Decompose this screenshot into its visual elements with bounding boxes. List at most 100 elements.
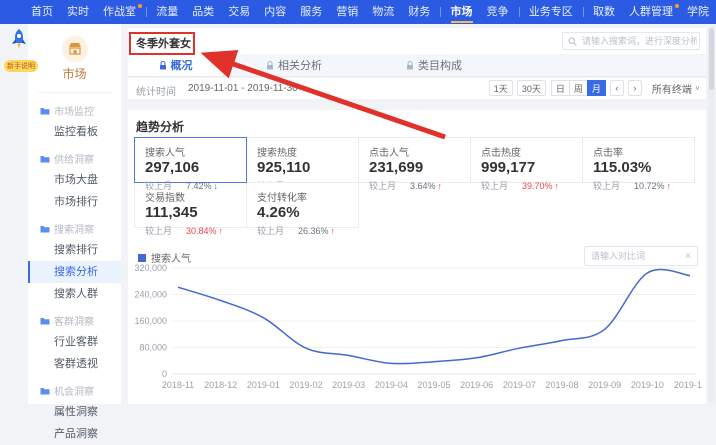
nav-item-13[interactable]: 业务专区	[522, 0, 580, 24]
metric-card-3[interactable]: 点击热度999,177较上月39.70%↑	[470, 137, 583, 183]
sidebar-item[interactable]: 搜索人群	[28, 283, 121, 305]
tab-label: 相关分析	[278, 57, 322, 73]
nav-item-6[interactable]: 内容	[257, 0, 293, 24]
y-axis-tick: 240,000	[134, 290, 167, 300]
tab-0[interactable]: 概况	[128, 54, 224, 76]
lock-icon	[159, 61, 167, 70]
series-line	[178, 269, 690, 363]
x-axis-tick: 2019-09	[588, 380, 621, 390]
sidebar-item[interactable]: 搜索排行	[28, 239, 121, 261]
metric-compare: 较上月26.36%↑	[257, 224, 358, 237]
y-axis-tick: 80,000	[139, 343, 167, 353]
x-axis-tick: 2019-02	[289, 380, 322, 390]
compare-word-input[interactable]	[585, 250, 685, 262]
nav-item-11[interactable]: 市场	[444, 0, 480, 24]
nav-item-label: 首页	[31, 6, 53, 18]
metric-value: 999,177	[481, 160, 582, 176]
y-axis-tick: 320,000	[134, 263, 167, 273]
compare-label: 较上月	[145, 179, 172, 192]
nav-item-4[interactable]: 品类	[185, 0, 221, 24]
trend-analysis-panel: 趋势分析 搜索人气297,106较上月7.42%↓搜索热度925,110较上月2…	[128, 110, 706, 404]
tab-2[interactable]: 类目构成	[364, 54, 504, 76]
sidebar-item[interactable]: 市场大盘	[28, 169, 121, 191]
sidebar-item[interactable]: 搜索分析	[28, 261, 121, 283]
scrollbar-thumb[interactable]	[709, 28, 714, 90]
rocket-icon	[9, 28, 29, 50]
nav-item-3[interactable]: 流量	[149, 0, 185, 24]
sidebar-group-header-1[interactable]: 供给洞察	[28, 143, 121, 169]
metric-name: 点击率	[593, 144, 694, 159]
change-percent: 3.64%	[410, 181, 436, 191]
sidebar-item[interactable]: 客群透视	[28, 353, 121, 375]
nav-item-12[interactable]: 竞争	[480, 0, 516, 24]
sidebar-module-header: 市场	[28, 24, 121, 82]
change-percent: 10.72%	[634, 181, 665, 191]
nav-item-label: 交易	[228, 6, 250, 18]
module-label: 市场	[28, 65, 121, 82]
nav-item-8[interactable]: 营销	[329, 0, 365, 24]
metric-compare: 较上月30.84%↑	[145, 224, 246, 237]
date-controls: 1天 30天 日周月 ‹ › 所有终端 ∨	[485, 80, 700, 96]
metric-card-1[interactable]: 搜索热度925,110较上月26.17%↑	[246, 137, 359, 183]
sidebar-divider	[38, 92, 111, 93]
folder-icon	[40, 107, 50, 115]
range-1day-button[interactable]: 1天	[489, 80, 513, 96]
nav-item-0[interactable]: 首页	[24, 0, 60, 24]
arrow-up-icon: ↑	[555, 181, 560, 191]
sidebar-item[interactable]: 监控看板	[28, 121, 121, 143]
notification-dot	[138, 4, 142, 8]
tab-label: 概况	[171, 57, 193, 73]
time-range-value[interactable]: 2019-11-01 - 2019-11-30	[188, 83, 298, 94]
nav-item-label: 学院	[687, 6, 709, 18]
sidebar-group-header-4[interactable]: 机会洞察	[28, 375, 121, 401]
metric-value: 115.03%	[593, 160, 694, 176]
folder-icon	[40, 155, 50, 163]
x-axis-tick: 2019-10	[631, 380, 664, 390]
metric-card-4[interactable]: 点击率115.03%较上月10.72%↑	[582, 137, 695, 183]
terminal-dropdown[interactable]: 所有终端 ∨	[652, 81, 700, 96]
metric-card-2[interactable]: 点击人气231,699较上月3.64%↑	[358, 137, 471, 183]
nav-item-7[interactable]: 服务	[293, 0, 329, 24]
scrollbar[interactable]	[708, 26, 715, 402]
tab-1[interactable]: 相关分析	[224, 54, 364, 76]
sidebar-group-label: 客群洞察	[54, 313, 94, 328]
sidebar-group-header-2[interactable]: 搜索洞察	[28, 213, 121, 239]
close-icon[interactable]: ×	[685, 251, 697, 262]
sidebar-item[interactable]: 产品洞察	[28, 423, 121, 445]
metric-card-0[interactable]: 搜索人气297,106较上月7.42%↓	[134, 137, 247, 183]
nav-item-16[interactable]: 学院	[680, 0, 716, 24]
granularity-button-1[interactable]: 周	[569, 80, 588, 96]
nav-item-5[interactable]: 交易	[221, 0, 257, 24]
sidebar-group-header-3[interactable]: 客群洞察	[28, 305, 121, 331]
chevron-down-icon: ∨	[695, 84, 700, 92]
helper-widget[interactable]: 新手说明	[4, 28, 34, 73]
metric-card-6[interactable]: 支付转化率4.26%较上月26.36%↑	[246, 182, 359, 228]
granularity-button-0[interactable]: 日	[551, 80, 570, 96]
sidebar-item[interactable]: 属性洞察	[28, 401, 121, 423]
search-input[interactable]	[580, 35, 699, 47]
change-percent: 7.42%	[186, 181, 212, 191]
legend-swatch	[138, 254, 146, 262]
nav-item-2[interactable]: 作战室	[96, 0, 143, 24]
nav-item-15[interactable]: 人群管理	[622, 0, 680, 24]
helper-badge[interactable]: 新手说明	[4, 60, 38, 72]
sidebar-item[interactable]: 市场排行	[28, 191, 121, 213]
granularity-button-2[interactable]: 月	[587, 80, 606, 96]
folder-icon	[40, 317, 50, 325]
metric-name: 支付转化率	[257, 189, 358, 204]
nav-item-10[interactable]: 财务	[401, 0, 437, 24]
sidebar: 市场 市场监控监控看板供给洞察市场大盘市场排行搜索洞察搜索排行搜索分析搜索人群客…	[28, 24, 121, 404]
nav-item-1[interactable]: 实时	[60, 0, 96, 24]
sidebar-group-header-0[interactable]: 市场监控	[28, 95, 121, 121]
metric-name: 搜索人气	[145, 144, 246, 159]
next-period-button[interactable]: ›	[628, 80, 642, 96]
nav-item-14[interactable]: 取数	[586, 0, 622, 24]
keyword-search-box[interactable]	[562, 32, 700, 50]
nav-item-label: 流量	[156, 6, 178, 18]
sidebar-item[interactable]: 行业客群	[28, 331, 121, 353]
range-30day-button[interactable]: 30天	[517, 80, 546, 96]
metric-value: 111,345	[145, 205, 246, 221]
metric-compare: 较上月7.42%↓	[145, 179, 246, 192]
prev-period-button[interactable]: ‹	[610, 80, 624, 96]
nav-item-9[interactable]: 物流	[365, 0, 401, 24]
